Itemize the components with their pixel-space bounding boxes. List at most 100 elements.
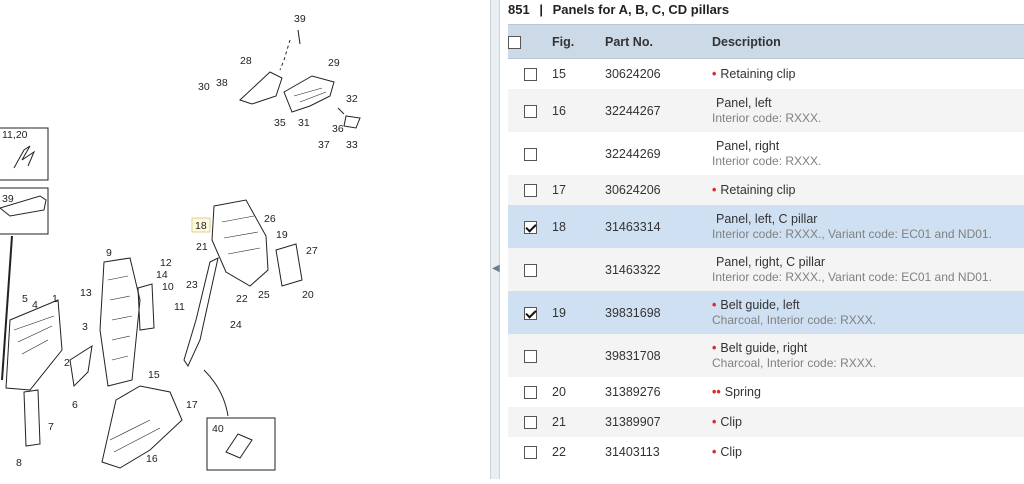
svg-text:11: 11 [174, 301, 185, 313]
description-detail: Interior code: RXXX. [712, 154, 822, 168]
svg-text:20: 20 [302, 289, 314, 301]
diagram-svg: 39 28 29 30 38 3235 31 36 37 33 11,2039 54 1… [0, 13, 361, 471]
svg-text:25: 25 [258, 289, 270, 301]
section-title: Panels for A, B, C, CD pillars [552, 2, 730, 17]
row-checkbox[interactable] [523, 446, 537, 460]
description-detail: Charcoal, Interior code: RXXX. [712, 356, 877, 370]
table-row[interactable]: 17 30624206 • Retaining clip [508, 175, 1024, 205]
table-row[interactable]: 16 32244267 Panel, left Interior code: RXXX… [508, 89, 1024, 132]
part-number[interactable]: 30624206 [605, 175, 712, 205]
header-part-no[interactable]: Part No. [605, 24, 712, 59]
part-number[interactable]: 39831708 [605, 334, 712, 377]
description-detail: Interior code: RXXX. [712, 111, 822, 125]
description-line: • Belt guide, right [712, 341, 1024, 355]
description-line: Panel, right [712, 139, 1024, 153]
table-row[interactable]: 21 31389907 • Clip [508, 407, 1024, 437]
callout-label: 39 [294, 13, 306, 25]
description-cell: • Clip [712, 407, 1024, 437]
svg-text:5: 5 [22, 293, 28, 305]
parts-table: Fig. Part No. Description 15 30624206 • Ret… [508, 24, 1024, 467]
table-row[interactable]: 39831708 • Belt guide, right Charcoal, Inte… [508, 334, 1024, 377]
bullet-marker: • [712, 183, 717, 197]
description-cell: Panel, right, C pillar Interior code: RXX… [712, 248, 1024, 291]
bullet-marker: •• [712, 385, 721, 399]
svg-text:27: 27 [306, 245, 318, 257]
fig-number: 16 [552, 89, 605, 132]
row-checkbox[interactable] [523, 306, 537, 320]
svg-text:3: 3 [82, 321, 88, 333]
bullet-marker: • [712, 415, 717, 429]
table-row[interactable]: 18 31463314 Panel, left, C pillar Interior … [508, 205, 1024, 248]
fig-number [552, 334, 605, 377]
part-number[interactable]: 31389276 [605, 377, 712, 407]
svg-text:36: 36 [332, 123, 344, 135]
fig-number [552, 132, 605, 175]
description-cell: • Retaining clip [712, 175, 1024, 205]
select-all-cell [508, 24, 552, 59]
svg-text:29: 29 [328, 57, 340, 69]
table-row[interactable]: 15 30624206 • Retaining clip [508, 59, 1024, 90]
description-line: Panel, right, C pillar [712, 255, 1024, 269]
svg-text:31: 31 [298, 117, 310, 129]
description-line: • Clip [712, 445, 1024, 459]
table-row[interactable]: 22 31403113 • Clip [508, 437, 1024, 467]
description-text: Panel, left [716, 96, 772, 110]
svg-text:19: 19 [276, 229, 288, 241]
part-number[interactable]: 30624206 [605, 59, 712, 90]
description-cell: • Retaining clip [712, 59, 1024, 90]
description-cell: Panel, left, C pillar Interior code: RXXX… [712, 205, 1024, 248]
row-checkbox[interactable] [523, 263, 537, 277]
header-description[interactable]: Description [712, 24, 1024, 59]
svg-text:33: 33 [346, 139, 358, 151]
row-checkbox[interactable] [523, 220, 537, 234]
part-number[interactable]: 32244267 [605, 89, 712, 132]
row-checkbox[interactable] [523, 104, 537, 118]
header-fig[interactable]: Fig. [552, 24, 605, 59]
svg-text:28: 28 [240, 55, 252, 67]
part-number[interactable]: 31463322 [605, 248, 712, 291]
part-number[interactable]: 31403113 [605, 437, 712, 467]
collapse-arrow-icon[interactable]: ◀ [492, 258, 500, 280]
row-checkbox[interactable] [523, 416, 537, 430]
table-row[interactable]: 32244269 Panel, right Interior code: RXXX. [508, 132, 1024, 175]
description-line: • Belt guide, left [712, 298, 1024, 312]
exploded-parts-diagram: 39 28 29 30 38 32 35 31 36 37 33 11,20 39 54 1… [0, 0, 490, 479]
select-all-checkbox[interactable] [508, 35, 521, 49]
description-line: • Retaining clip [712, 67, 1024, 81]
section-number: 851 [508, 2, 530, 17]
part-number[interactable]: 31463314 [605, 205, 712, 248]
section-separator: | [539, 2, 543, 17]
row-checkbox[interactable] [523, 68, 537, 82]
row-select-cell [508, 175, 552, 205]
table-row[interactable]: 20 31389276 •• Spring [508, 377, 1024, 407]
description-line: • Clip [712, 415, 1024, 429]
table-row[interactable]: 19 39831698 • Belt guide, left Charcoal, Int… [508, 291, 1024, 334]
description-text: Spring [724, 385, 761, 399]
fig-number: 15 [552, 67, 566, 81]
row-checkbox[interactable] [523, 147, 537, 161]
row-checkbox[interactable] [523, 349, 537, 363]
svg-text:1: 1 [52, 293, 58, 305]
description-text: Panel, right [716, 139, 780, 153]
row-select-cell [508, 132, 552, 175]
row-checkbox[interactable] [523, 386, 537, 400]
description-line: •• Spring [712, 385, 1024, 399]
description-detail: Charcoal, Interior code: RXXX. [712, 313, 877, 327]
svg-text:22: 22 [236, 293, 248, 305]
panel-splitter[interactable]: ◀ [490, 0, 500, 479]
svg-text:17: 17 [186, 399, 198, 411]
row-select-cell [508, 205, 552, 248]
svg-text:12: 12 [160, 257, 172, 269]
svg-text:40: 40 [212, 423, 224, 435]
description-text: Panel, left, C pillar [716, 212, 818, 226]
part-number[interactable]: 31389907 [605, 407, 712, 437]
row-checkbox[interactable] [523, 184, 537, 198]
description-cell: • Clip [712, 437, 1024, 467]
part-number[interactable]: 39831698 [605, 291, 712, 334]
table-row[interactable]: 31463322 Panel, right, C pillar Interior c… [508, 248, 1024, 291]
part-number[interactable]: 32244269 [605, 132, 712, 175]
description-text: Clip [720, 445, 742, 459]
description-cell: • Belt guide, right Charcoal, Interior cod… [712, 334, 1024, 377]
fig-number: 17 [552, 175, 605, 205]
row-select-cell [508, 437, 552, 467]
